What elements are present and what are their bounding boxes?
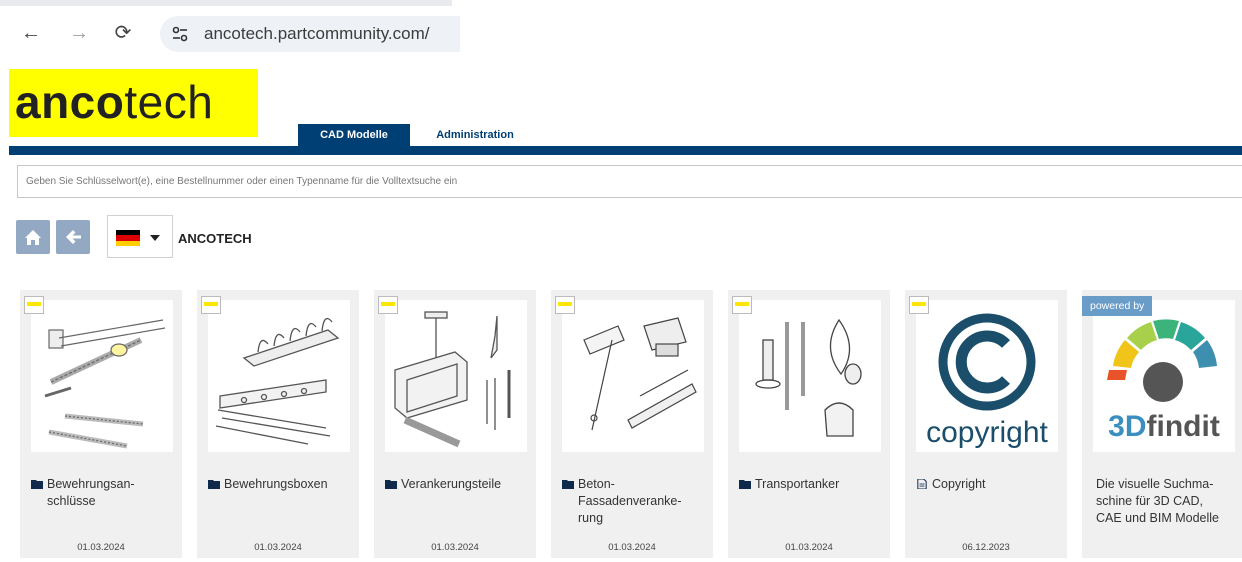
arrow-left-icon: [66, 230, 81, 244]
card-date: 01.03.2024: [77, 542, 125, 553]
card-date: 06.12.2023: [962, 542, 1010, 553]
3dfindit-gauge-icon: 3Dfindit: [1107, 319, 1220, 443]
folder-icon: [562, 480, 574, 489]
ancotech-mini-logo: [555, 296, 575, 314]
site-settings-icon[interactable]: [170, 24, 190, 44]
card-transportanker[interactable]: Transportanker 01.03.2024: [728, 290, 890, 558]
product-thumbnail: [31, 300, 173, 452]
logo-text-light: tech: [124, 76, 214, 128]
search-input[interactable]: [18, 166, 1234, 197]
card-title[interactable]: Bewehrungsan- schlüsse: [31, 476, 173, 510]
back-button[interactable]: [56, 220, 90, 254]
tab-cad-modelle[interactable]: CAD Modelle: [298, 124, 410, 146]
reload-icon[interactable]: ⟳: [110, 20, 136, 46]
card-title-text: Bewehrungsan- schlüsse: [47, 477, 135, 508]
language-select[interactable]: [107, 215, 173, 258]
browser-back-icon[interactable]: ←: [18, 20, 44, 46]
card-bewehrungsanschluesse[interactable]: Bewehrungsan- schlüsse 01.03.2024: [20, 290, 182, 558]
home-icon: [25, 230, 41, 245]
card-title[interactable]: Bewehrungsboxen: [208, 476, 350, 493]
card-title-text: Die visuelle Suchma- schine für 3D CAD, …: [1096, 477, 1219, 525]
svg-text:3Dfindit: 3Dfindit: [1108, 410, 1220, 443]
chevron-down-icon: [150, 235, 160, 241]
folder-icon: [739, 480, 751, 489]
tab-strip-edge: [0, 0, 452, 6]
card-date: 01.03.2024: [608, 542, 656, 553]
card-title-text: Beton- Fassadenveranke- rung: [578, 477, 682, 525]
product-thumbnail: [739, 300, 881, 452]
card-date: 01.03.2024: [431, 542, 479, 553]
copyright-thumbnail: copyright: [916, 300, 1058, 452]
card-title-text: Transportanker: [755, 477, 840, 491]
card-title[interactable]: Transportanker: [739, 476, 881, 493]
card-title[interactable]: Verankerungsteile: [385, 476, 527, 493]
card-beton-fassadenverankerung[interactable]: Beton- Fassadenveranke- rung 01.03.2024: [551, 290, 713, 558]
copyright-icon: copyright: [926, 313, 1049, 449]
ancotech-mini-logo: [201, 296, 221, 314]
ancotech-mini-logo: [24, 296, 44, 314]
folder-icon: [208, 480, 220, 489]
card-date: 01.03.2024: [785, 542, 833, 553]
logo-text-bold: anco: [15, 76, 125, 128]
product-thumbnail: [562, 300, 704, 452]
url-text: ancotech.partcommunity.com/: [204, 24, 430, 43]
product-thumbnail: [208, 300, 350, 452]
ancotech-logo[interactable]: ancotech: [9, 69, 258, 137]
address-bar[interactable]: ancotech.partcommunity.com/: [160, 16, 460, 52]
browser-toolbar: ← → ⟳ ancotech.partcommunity.com/: [0, 0, 460, 62]
3dfindit-logo: 3Dfindit: [1093, 300, 1235, 452]
browser-forward-icon[interactable]: →: [66, 20, 92, 46]
nav-bar-line: [9, 146, 1242, 155]
card-date: 01.03.2024: [254, 542, 302, 553]
card-bewehrungsboxen[interactable]: Bewehrungsboxen 01.03.2024: [197, 290, 359, 558]
german-flag-icon: [116, 230, 140, 246]
logo-3d-text: 3D: [1108, 410, 1146, 443]
logo-findit-text: findit: [1147, 410, 1220, 443]
card-title[interactable]: Copyright: [916, 476, 1058, 493]
card-verankerungsteile[interactable]: Verankerungsteile 01.03.2024: [374, 290, 536, 558]
card-title-text: Copyright: [932, 477, 986, 491]
folder-icon: [31, 480, 43, 489]
breadcrumb: ANCOTECH: [178, 231, 252, 246]
card-title[interactable]: Beton- Fassadenveranke- rung: [562, 476, 704, 527]
powered-by-badge: powered by: [1082, 296, 1153, 316]
tab-administration[interactable]: Administration: [420, 124, 530, 146]
card-3dfindit[interactable]: powered by 3Dfindit Die visuelle Suchma-…: [1082, 290, 1242, 558]
ancotech-mini-logo: [909, 296, 929, 314]
card-copyright[interactable]: copyright Copyright 06.12.2023: [905, 290, 1067, 558]
product-thumbnail: [385, 300, 527, 452]
card-title-text: Verankerungsteile: [401, 477, 502, 491]
document-icon: [917, 479, 927, 489]
ancotech-mini-logo: [378, 296, 398, 314]
search-box[interactable]: [17, 165, 1242, 198]
folder-icon: [385, 480, 397, 489]
ancotech-mini-logo: [732, 296, 752, 314]
copyright-image-text: copyright: [926, 416, 1048, 449]
home-button[interactable]: [16, 220, 50, 254]
card-title[interactable]: Die visuelle Suchma- schine für 3D CAD, …: [1096, 476, 1238, 527]
card-title-text: Bewehrungsboxen: [224, 477, 328, 491]
